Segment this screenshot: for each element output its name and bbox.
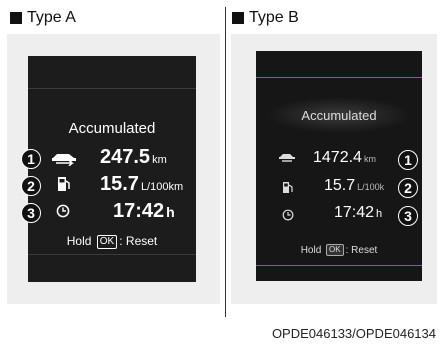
car-distance-icon: [279, 154, 295, 162]
hold-reset-instruction: Hold OK: Reset: [66, 234, 158, 249]
distance-value: 1472.4 km: [313, 149, 376, 166]
car-distance-icon: [52, 154, 76, 166]
screen-bottom-divider: [28, 254, 196, 255]
square-bullet-icon: [232, 12, 244, 24]
type-b-label: Type B: [232, 9, 299, 27]
screen-top-divider: [28, 88, 196, 89]
screen-title: Accumulated: [68, 120, 156, 137]
type-a-label-text: Type A: [27, 9, 76, 26]
drive-time-value: 17:42 h: [113, 200, 175, 222]
fuel-pump-icon: [283, 182, 293, 193]
fuel-economy-value: 15.7 L/100k: [324, 177, 385, 194]
badge-3: 3: [398, 206, 418, 226]
fuel-economy-value: 15.7 L/100km: [100, 173, 184, 195]
type-b-screen: Accumulated 1472.4 km 15.7 L/100k 17:42 h H…: [256, 51, 422, 281]
screen-top-divider: [256, 77, 422, 78]
distance-value: 247.5 km: [100, 146, 167, 168]
type-b-label-text: Type B: [249, 9, 299, 26]
badge-1: 1: [398, 150, 418, 170]
fuel-pump-icon: [58, 177, 70, 191]
drive-time-value: 17:42 h: [334, 204, 383, 221]
hold-reset-instruction: Hold OK: Reset: [300, 244, 378, 256]
screen-bottom-divider: [256, 265, 422, 266]
screen-title: Accumulated: [301, 108, 377, 123]
ok-button-icon: OK: [96, 235, 118, 249]
badge-3: 3: [21, 203, 41, 223]
panel-divider: [225, 7, 226, 317]
type-a-screen: Accumulated 247.5 km 15.7 L/100km 17:42 h H…: [28, 56, 196, 282]
figure-code: OPDE046133/OPDE046134: [271, 326, 436, 341]
square-bullet-icon: [10, 12, 22, 24]
clock-icon: [56, 204, 70, 218]
clock-icon: [282, 209, 294, 221]
ok-button-icon: OK: [326, 244, 344, 256]
type-a-label: Type A: [10, 9, 76, 27]
badge-2: 2: [398, 178, 418, 198]
badge-1: 1: [21, 149, 41, 169]
badge-2: 2: [21, 176, 41, 196]
